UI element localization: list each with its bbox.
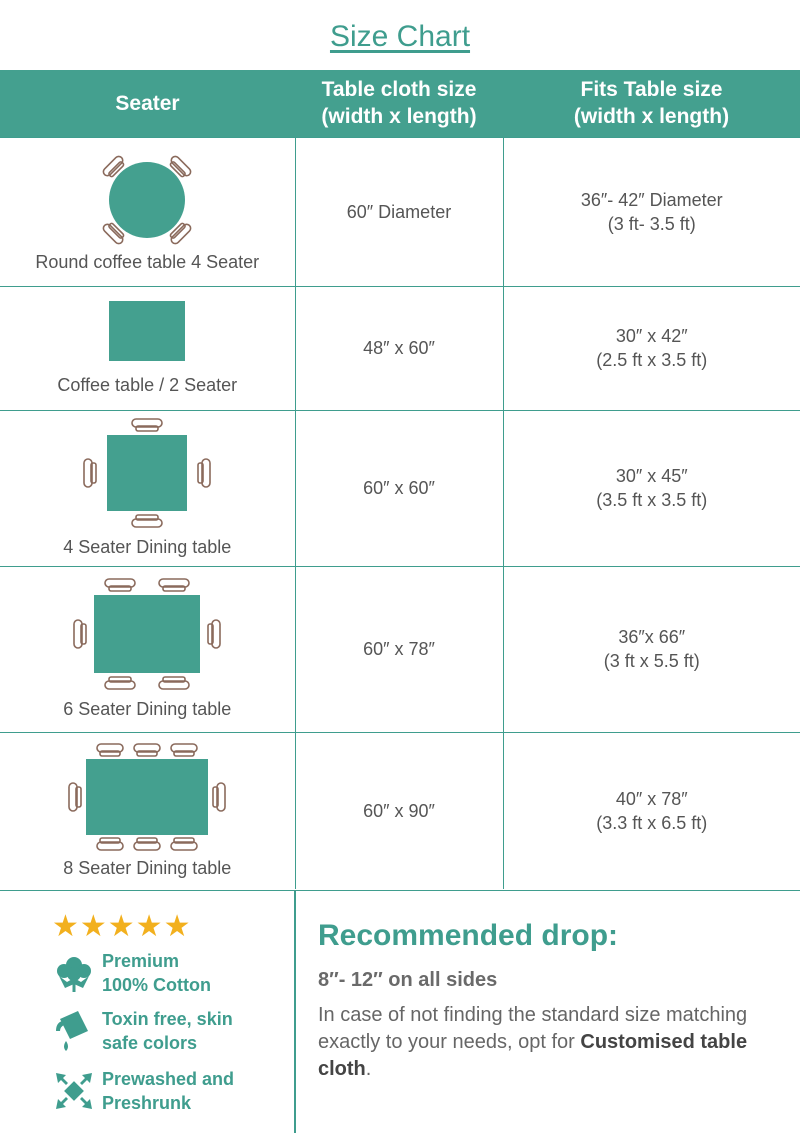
cloth-size-value: 60″ x 90″: [363, 800, 435, 821]
fits-size-cell: 30″ x 42″ (2.5 ft x 3.5 ft): [502, 285, 800, 410]
table-header-row: Seater Table cloth size (width x length)…: [0, 70, 800, 137]
header-fits-size: Fits Table size (width x length): [503, 70, 800, 137]
table-row: Coffee table / 2 Seater 48″ x 60″ 30″ x …: [0, 285, 800, 410]
header-fits-line2: (width x length): [573, 105, 730, 129]
cloth-size-cell: 60″ x 78″: [294, 565, 503, 732]
feature-colors: Toxin free, skin safe colors: [52, 1007, 233, 1055]
cloth-size-cell: 60″ x 90″: [294, 731, 503, 889]
seater-label: Coffee table / 2 Seater: [57, 375, 238, 395]
size-chart-table: Seater Table cloth size (width x length)…: [0, 70, 800, 889]
cloth-size-value: 60″ x 60″: [363, 478, 435, 498]
recommended-drop-section: Recommended drop: 8″- 12″ on all sides I…: [318, 919, 788, 1083]
seater-cell: 6 Seater Dining table: [0, 565, 295, 732]
table-row: Round coffee table 4 Seater 60″ Diameter…: [0, 136, 800, 286]
fits-size-feet: (3 ft x 5.5 ft): [603, 651, 700, 671]
header-fits-line1: Fits Table size: [580, 78, 723, 102]
fits-size-feet: (3.5 ft x 3.5 ft): [596, 490, 708, 510]
seater-cell: 8 Seater Dining table: [0, 731, 295, 889]
seater-cell: Coffee table / 2 Seater: [0, 285, 295, 410]
cloth-size-cell: 60″ x 60″: [294, 409, 503, 566]
fits-size-value: 36″- 42″ Diameter: [580, 189, 723, 210]
header-cloth-line1: Table cloth size: [321, 78, 477, 102]
seater-cell: 4 Seater Dining table: [0, 409, 295, 566]
feature-cotton: Premium 100% Cotton: [52, 949, 211, 997]
cloth-size-cell: 48″ x 60″: [294, 285, 503, 410]
feature-text: Toxin free, skin safe colors: [102, 1007, 233, 1055]
cloth-size-value: 48″ x 60″: [363, 338, 435, 358]
fits-size-feet: (2.5 ft x 3.5 ft): [596, 350, 708, 370]
title-area: Size Chart: [0, 0, 800, 70]
table-row: 6 Seater Dining table 60″ x 78″ 36″x 66″…: [0, 565, 800, 732]
cloth-size-value: 60″ Diameter: [346, 201, 452, 222]
info-section: ★★★★★ Premium 100% Cotton Toxin free, sk…: [0, 890, 800, 1133]
feature-line2: 100% Cotton: [102, 975, 212, 995]
fits-size-value: 36″x 66″: [618, 627, 686, 647]
fits-size-cell: 30″ x 45″ (3.5 ft x 3.5 ft): [502, 409, 800, 566]
rating-stars: ★★★★★: [52, 909, 192, 944]
header-cloth-line2: (width x length): [321, 105, 477, 129]
note-end: .: [365, 1058, 372, 1080]
feature-line1: Toxin free, skin: [102, 1009, 233, 1029]
coffee-table-icon: [109, 301, 186, 361]
seater-label: 4 Seater Dining table: [63, 537, 232, 557]
drop-range: 8″- 12″ on all sides: [318, 969, 498, 991]
feature-line2: Preshrunk: [102, 1093, 192, 1113]
fits-size-feet: (3.3 ft x 6.5 ft): [596, 812, 708, 833]
header-seater: Seater: [0, 70, 295, 137]
seater-label: 6 Seater Dining table: [63, 699, 232, 719]
custom-size-note: In case of not finding the standard size…: [318, 1002, 788, 1083]
table-row: 8 Seater Dining table 60″ x 90″ 40″ x 78…: [0, 731, 800, 889]
feature-line2: safe colors: [102, 1033, 198, 1053]
fits-size-value: 30″ x 45″: [615, 466, 688, 486]
seater-label: Round coffee table 4 Seater: [35, 251, 260, 272]
dining-table-8-seater-icon: [68, 742, 227, 851]
feature-text: Prewashed and Preshrunk: [102, 1067, 234, 1115]
fits-size-cell: 40″ x 78″ (3.3 ft x 6.5 ft): [502, 731, 800, 889]
dining-table-4-seater-icon: [83, 418, 212, 528]
fits-size-value: 30″ x 42″: [615, 326, 688, 346]
divider: [294, 891, 296, 1133]
table-row: 4 Seater Dining table 60″ x 60″ 30″ x 45…: [0, 409, 800, 566]
fits-size-cell: 36″x 66″ (3 ft x 5.5 ft): [502, 565, 800, 732]
feature-preshrunk: Prewashed and Preshrunk: [52, 1067, 234, 1115]
header-cloth-size: Table cloth size (width x length): [295, 70, 503, 137]
dining-table-6-seater-icon: [73, 578, 222, 690]
shrink-arrows-icon: [52, 1069, 96, 1113]
fits-size-cell: 36″- 42″ Diameter (3 ft- 3.5 ft): [502, 136, 800, 286]
recommended-drop-heading: Recommended drop:: [318, 919, 619, 952]
feature-text: Premium 100% Cotton: [102, 949, 211, 997]
page-title: Size Chart: [329, 20, 471, 53]
cotton-icon: [52, 951, 96, 995]
cloth-size-value: 60″ x 78″: [363, 639, 435, 659]
round-table-4-seater-icon: [102, 155, 192, 244]
cloth-size-cell: 60″ Diameter: [294, 136, 503, 286]
seater-label: 8 Seater Dining table: [63, 857, 232, 878]
feature-line1: Prewashed and: [102, 1069, 235, 1089]
fits-size-value: 40″ x 78″: [615, 788, 688, 809]
paint-bucket-icon: [52, 1009, 96, 1053]
seater-cell: Round coffee table 4 Seater: [0, 136, 295, 286]
fits-size-feet: (3 ft- 3.5 ft): [607, 213, 696, 234]
feature-line1: Premium: [102, 951, 180, 971]
